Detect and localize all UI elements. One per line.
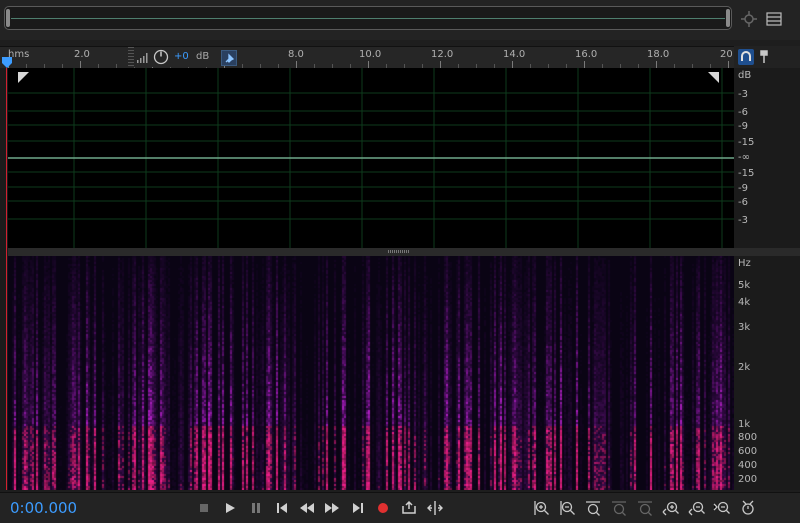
go-to-end-icon[interactable] bbox=[349, 499, 367, 517]
zoom-to-selection-icon[interactable] bbox=[584, 499, 602, 517]
overview-right-handle[interactable] bbox=[726, 9, 730, 27]
db-unit-label: dB bbox=[738, 70, 752, 81]
playhead-line[interactable] bbox=[6, 68, 7, 490]
hz-tick-label: 2k bbox=[738, 362, 751, 373]
db-tick-label: -6 bbox=[738, 197, 748, 208]
ruler-tick-label: 20 bbox=[720, 49, 733, 60]
ruler-tick-label: 14.0 bbox=[503, 49, 526, 60]
zoom-in-amplitude-icon[interactable] bbox=[533, 499, 551, 517]
db-tick-label: -3 bbox=[738, 89, 748, 100]
ruler-tick-label: 10.0 bbox=[359, 49, 382, 60]
overview-left-handle[interactable] bbox=[6, 9, 10, 27]
gain-knob-icon[interactable] bbox=[153, 49, 169, 65]
zoom-navigator-icon[interactable] bbox=[740, 10, 758, 28]
hz-tick-label: 4k bbox=[738, 297, 751, 308]
gain-value[interactable]: +0 bbox=[174, 51, 189, 62]
overview-waveform-line bbox=[11, 18, 725, 19]
amplitude-scale[interactable]: dB -3 -6 -9 -15 -∞ -15 -9 -6 -3 bbox=[734, 68, 800, 253]
zoom-out-amplitude-icon[interactable] bbox=[559, 499, 577, 517]
db-tick-label: -6 bbox=[738, 107, 748, 118]
hz-tick-label: 800 bbox=[738, 432, 758, 443]
hud-grip[interactable] bbox=[128, 47, 134, 67]
snap-button[interactable] bbox=[738, 49, 754, 65]
ruler-tick-label: 12.0 bbox=[431, 49, 454, 60]
playhead-marker-icon[interactable] bbox=[2, 57, 12, 68]
ruler-tick-label: 2.0 bbox=[74, 49, 90, 60]
play-icon[interactable] bbox=[221, 499, 239, 517]
db-tick-label: -9 bbox=[738, 183, 748, 194]
waveform-grid bbox=[8, 68, 734, 248]
rewind-icon[interactable] bbox=[298, 499, 316, 517]
zoom-selection-out-icon[interactable] bbox=[636, 499, 654, 517]
hz-tick-label: 1k bbox=[738, 419, 751, 430]
zoom-in-time-icon[interactable] bbox=[662, 499, 680, 517]
level-meter-icon bbox=[137, 53, 148, 63]
current-time-display[interactable]: 0:00.000 bbox=[10, 499, 77, 517]
ruler-tools bbox=[734, 46, 800, 68]
hz-tick-label: 400 bbox=[738, 460, 758, 471]
record-icon[interactable] bbox=[374, 499, 392, 517]
zoom-out-full-icon[interactable] bbox=[713, 499, 731, 517]
fast-forward-icon[interactable] bbox=[323, 499, 341, 517]
hz-unit-label: Hz bbox=[738, 258, 751, 269]
marker-pin-icon[interactable] bbox=[758, 49, 770, 65]
skip-selection-icon[interactable] bbox=[426, 499, 444, 517]
hz-tick-label: 200 bbox=[738, 474, 758, 485]
spectral-display[interactable] bbox=[8, 256, 734, 490]
waveform-display[interactable] bbox=[8, 68, 734, 248]
loop-playback-icon[interactable] bbox=[400, 499, 418, 517]
hz-tick-label: 3k bbox=[738, 322, 751, 333]
gain-unit: dB bbox=[196, 51, 210, 62]
hz-tick-label: 600 bbox=[738, 446, 758, 457]
go-to-start-icon[interactable] bbox=[273, 499, 291, 517]
pin-icon bbox=[225, 53, 235, 63]
db-tick-label: -15 bbox=[738, 168, 755, 179]
zoom-out-time-icon[interactable] bbox=[688, 499, 706, 517]
stop-icon[interactable] bbox=[195, 499, 213, 517]
hz-tick-label: 5k bbox=[738, 280, 751, 291]
db-tick-label: -9 bbox=[738, 121, 748, 132]
magnet-icon bbox=[741, 51, 751, 61]
panel-menu-icon[interactable] bbox=[765, 10, 783, 28]
ruler-tick-label: 16.0 bbox=[575, 49, 598, 60]
pin-hud-button[interactable] bbox=[221, 50, 237, 66]
zoom-reset-icon[interactable] bbox=[739, 499, 757, 517]
ruler-tick-label: 18.0 bbox=[647, 49, 670, 60]
db-tick-label: -∞ bbox=[738, 152, 750, 163]
pause-icon[interactable] bbox=[247, 499, 265, 517]
ruler-tick-label: 8.0 bbox=[288, 49, 304, 60]
zoom-selection-in-icon[interactable] bbox=[610, 499, 628, 517]
gain-hud[interactable]: +0 dB bbox=[128, 47, 218, 67]
db-tick-label: -15 bbox=[738, 137, 755, 148]
overview-scroll-bar[interactable] bbox=[4, 6, 732, 30]
time-ruler[interactable]: hms 2.0 8.0 10.0 12.0 14.0 16.0 18.0 20 bbox=[0, 46, 734, 69]
frequency-scale[interactable]: Hz 5k 4k 3k 2k 1k 800 600 400 200 bbox=[734, 256, 800, 490]
overview-panel bbox=[0, 0, 800, 40]
splitter-grip-icon[interactable] bbox=[388, 250, 410, 253]
spectrogram bbox=[8, 256, 734, 490]
db-tick-label: -3 bbox=[738, 215, 748, 226]
